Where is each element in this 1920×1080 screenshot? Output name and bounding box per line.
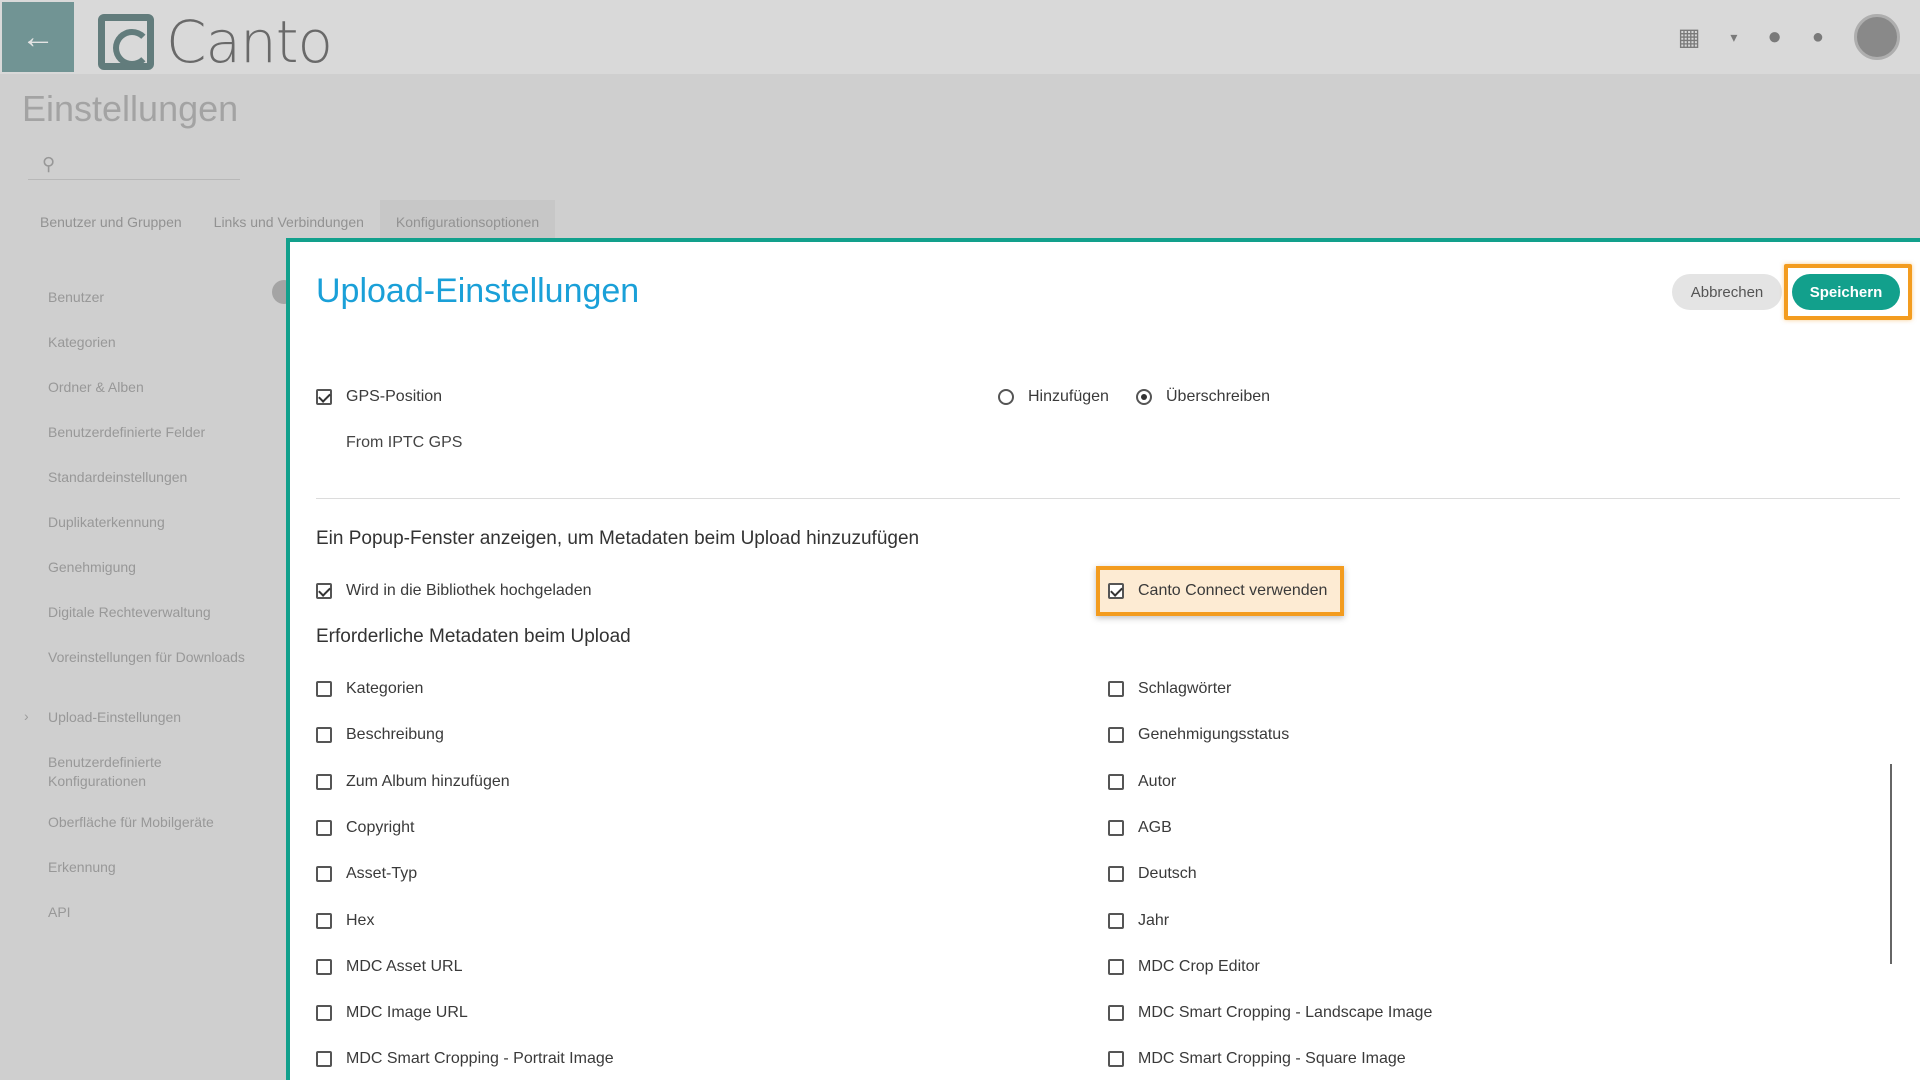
field-label: AGB xyxy=(1138,819,1172,836)
field-asset-type[interactable]: Asset-Typ xyxy=(316,865,417,883)
cancel-button[interactable]: Abbrechen xyxy=(1672,274,1782,310)
field-checkbox[interactable] xyxy=(316,774,332,790)
field-label: Schlagwörter xyxy=(1138,680,1232,697)
field-copyright[interactable]: Copyright xyxy=(316,819,414,837)
field-label: Autor xyxy=(1138,773,1177,790)
dialog-title: Upload-Einstellungen xyxy=(316,272,640,310)
field-mdc-smart-cropping-landscape[interactable]: MDC Smart Cropping - Landscape Image xyxy=(1108,1004,1432,1022)
field-label: Beschreibung xyxy=(346,726,444,743)
field-checkbox[interactable] xyxy=(1108,1005,1124,1021)
field-checkbox[interactable] xyxy=(1108,866,1124,882)
gps-overwrite-option[interactable]: Überschreiben xyxy=(1136,388,1270,406)
library-upload-option[interactable]: Wird in die Bibliothek hochgeladen xyxy=(316,582,591,600)
field-label: Deutsch xyxy=(1138,865,1197,882)
field-approval-status[interactable]: Genehmigungsstatus xyxy=(1108,726,1289,744)
field-checkbox[interactable] xyxy=(1108,727,1124,743)
save-button[interactable]: Speichern xyxy=(1792,274,1900,310)
field-mdc-crop-editor[interactable]: MDC Crop Editor xyxy=(1108,958,1260,976)
library-upload-checkbox[interactable] xyxy=(316,583,332,599)
field-agb[interactable]: AGB xyxy=(1108,819,1172,837)
field-checkbox[interactable] xyxy=(1108,681,1124,697)
field-checkbox[interactable] xyxy=(316,820,332,836)
gps-label: GPS-Position xyxy=(346,388,443,405)
field-checkbox[interactable] xyxy=(316,727,332,743)
field-description[interactable]: Beschreibung xyxy=(316,726,444,744)
gps-position-option[interactable]: GPS-Position xyxy=(316,388,442,406)
field-mdc-smart-cropping-square[interactable]: MDC Smart Cropping - Square Image xyxy=(1108,1050,1406,1068)
field-checkbox[interactable] xyxy=(316,1051,332,1067)
field-checkbox[interactable] xyxy=(1108,1051,1124,1067)
canto-connect-checkbox[interactable] xyxy=(1108,583,1124,599)
field-checkbox[interactable] xyxy=(1108,959,1124,975)
field-checkbox[interactable] xyxy=(316,959,332,975)
field-checkbox[interactable] xyxy=(1108,913,1124,929)
field-label: MDC Asset URL xyxy=(346,958,463,975)
field-checkbox[interactable] xyxy=(316,913,332,929)
gps-add-option[interactable]: Hinzufügen xyxy=(998,388,1109,406)
field-add-to-album[interactable]: Zum Album hinzufügen xyxy=(316,773,510,791)
canto-connect-label: Canto Connect verwenden xyxy=(1138,582,1328,599)
field-mdc-asset-url[interactable]: MDC Asset URL xyxy=(316,958,462,976)
field-keywords[interactable]: Schlagwörter xyxy=(1108,680,1231,698)
gps-checkbox[interactable] xyxy=(316,389,332,405)
field-deutsch[interactable]: Deutsch xyxy=(1108,865,1197,883)
gps-source: From IPTC GPS xyxy=(346,434,463,451)
field-checkbox[interactable] xyxy=(316,681,332,697)
field-mdc-image-url[interactable]: MDC Image URL xyxy=(316,1004,468,1022)
field-year[interactable]: Jahr xyxy=(1108,912,1169,930)
field-label: MDC Smart Cropping - Portrait Image xyxy=(346,1050,614,1067)
field-label: Hex xyxy=(346,912,375,929)
radio-add[interactable] xyxy=(998,389,1014,405)
field-author[interactable]: Autor xyxy=(1108,773,1176,791)
radio-add-label: Hinzufügen xyxy=(1028,388,1109,405)
radio-overwrite[interactable] xyxy=(1136,389,1152,405)
field-label: Jahr xyxy=(1138,912,1170,929)
upload-settings-dialog: Upload-Einstellungen Abbrechen Speichern… xyxy=(286,238,1920,1080)
radio-overwrite-label: Überschreiben xyxy=(1166,388,1271,405)
field-checkbox[interactable] xyxy=(316,866,332,882)
field-label: Asset-Typ xyxy=(346,865,418,882)
section-divider xyxy=(316,498,1900,499)
field-label: Zum Album hinzufügen xyxy=(346,773,510,790)
field-label: Copyright xyxy=(346,819,415,836)
field-label: MDC Smart Cropping - Landscape Image xyxy=(1138,1004,1433,1021)
field-mdc-smart-cropping-portrait[interactable]: MDC Smart Cropping - Portrait Image xyxy=(316,1050,614,1068)
dialog-scrollbar[interactable] xyxy=(1890,764,1892,964)
field-checkbox[interactable] xyxy=(1108,820,1124,836)
popup-heading: Ein Popup-Fenster anzeigen, um Metadaten… xyxy=(316,528,920,549)
field-label: MDC Image URL xyxy=(346,1004,468,1021)
field-categories[interactable]: Kategorien xyxy=(316,680,423,698)
field-checkbox[interactable] xyxy=(316,1005,332,1021)
field-label: Genehmigungsstatus xyxy=(1138,726,1290,743)
field-label: Kategorien xyxy=(346,680,424,697)
required-metadata-heading: Erforderliche Metadaten beim Upload xyxy=(316,626,631,647)
field-label: MDC Smart Cropping - Square Image xyxy=(1138,1050,1406,1067)
field-label: MDC Crop Editor xyxy=(1138,958,1260,975)
field-checkbox[interactable] xyxy=(1108,774,1124,790)
library-upload-label: Wird in die Bibliothek hochgeladen xyxy=(346,582,592,599)
canto-connect-option[interactable]: Canto Connect verwenden xyxy=(1108,582,1327,600)
field-hex[interactable]: Hex xyxy=(316,912,374,930)
